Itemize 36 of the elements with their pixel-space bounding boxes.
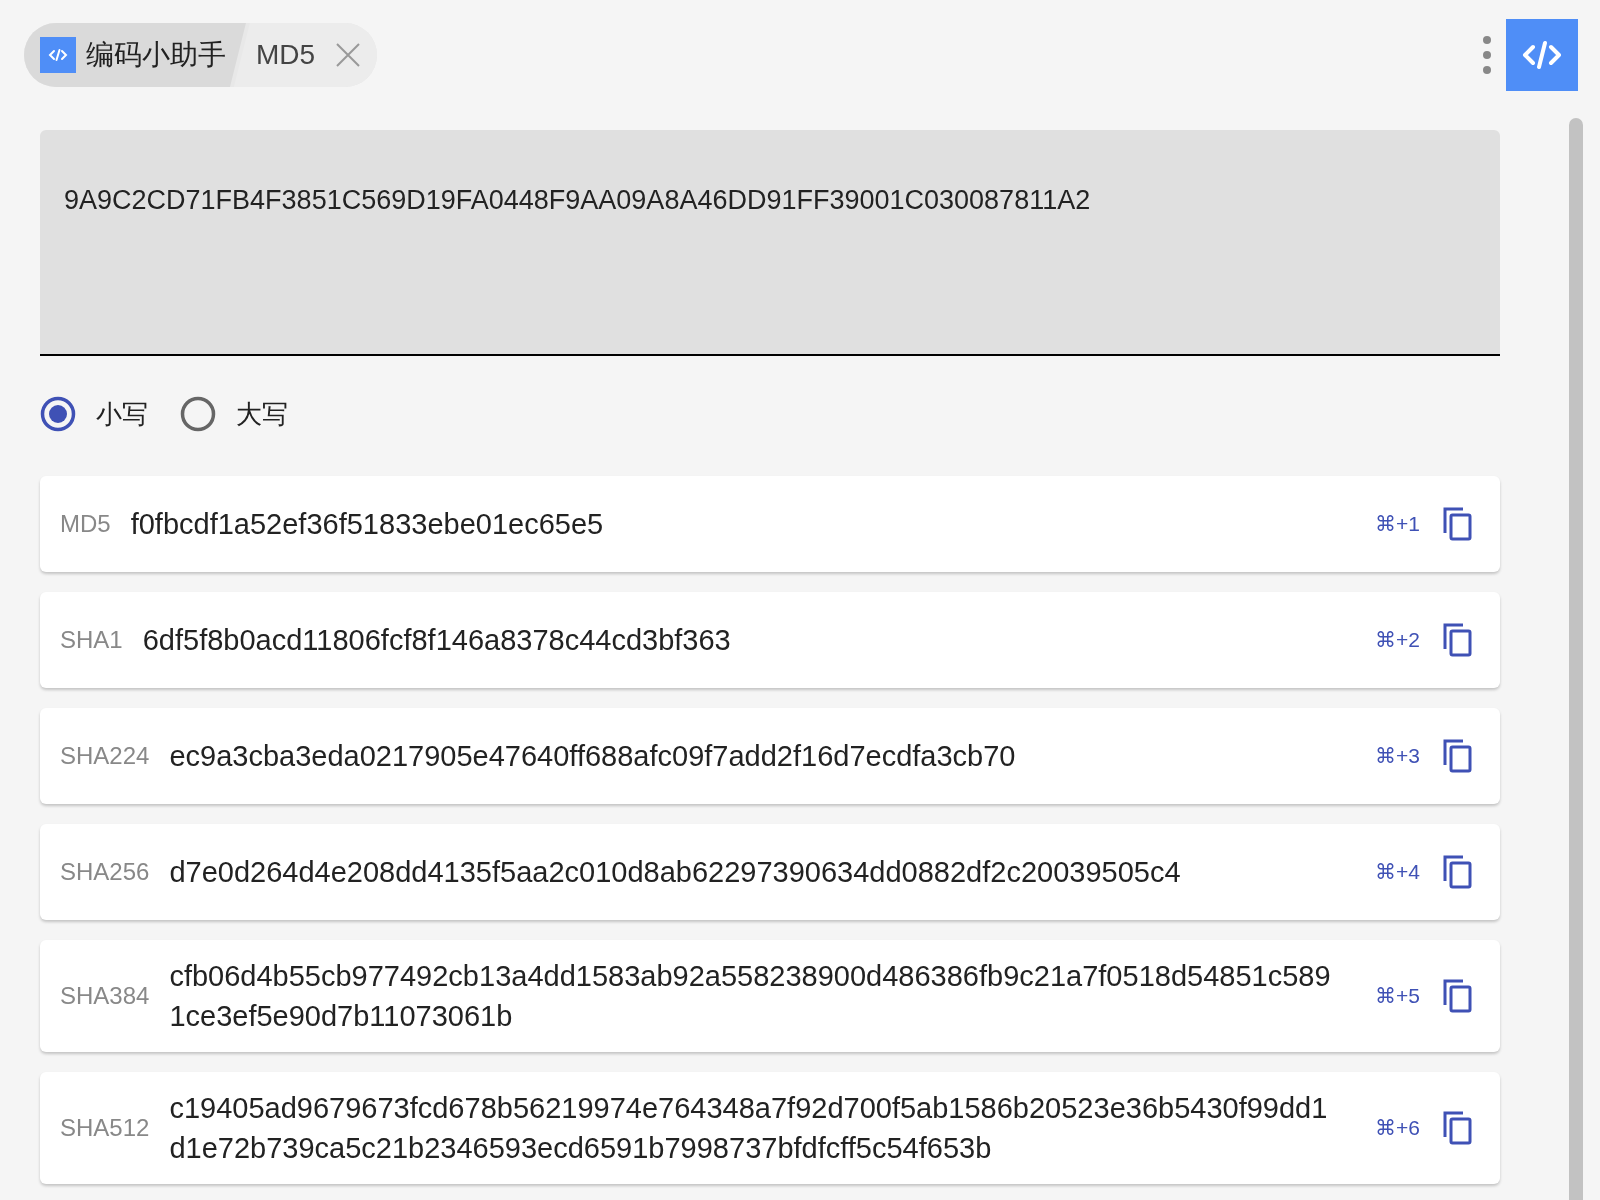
- copy-icon[interactable]: [1442, 623, 1472, 657]
- hash-value: f0fbcdf1a52ef36f51833ebe01ec65e5: [130, 507, 605, 542]
- hash-value: 6df5f8b0acd11806fcf8f146a8378c44cd3bf363: [142, 623, 732, 658]
- copy-icon[interactable]: [1442, 739, 1472, 773]
- shortcut-hint: ⌘+6: [1375, 1115, 1420, 1142]
- copy-icon[interactable]: [1442, 979, 1472, 1013]
- algorithm-label: SHA384: [60, 981, 150, 1011]
- code-button[interactable]: [1506, 19, 1578, 91]
- option-label: 小写: [96, 397, 148, 431]
- scrollbar[interactable]: [1569, 118, 1583, 1200]
- shortcut-hint: ⌘+1: [1375, 511, 1420, 538]
- copy-icon[interactable]: [1442, 507, 1472, 541]
- shortcut-hint: ⌘+5: [1375, 983, 1420, 1010]
- algorithm-label: SHA256: [60, 857, 150, 887]
- shortcut-hint: ⌘+4: [1375, 859, 1420, 886]
- shortcut-hint: ⌘+2: [1375, 627, 1420, 654]
- algorithm-label: SHA1: [60, 625, 123, 655]
- tab[interactable]: 编码小助手: [24, 23, 246, 87]
- radio-button[interactable]: [180, 396, 216, 432]
- hash-value: c19405ad9679673fcd678b56219974e764348a7f92d700f5ab1586b20523e36b5430f99dd1d1e72b739ca5c21b2346593ecd6591b7998737bfdfcff5c54f653b: [169, 1091, 1329, 1166]
- copy-icon[interactable]: [1442, 1111, 1472, 1145]
- input-field[interactable]: 9A9C2CD71FB4F3851C569D19FA0448F9AA09A8A46DD91FF39001C030087811A2: [40, 130, 1500, 356]
- option-label: 大写: [236, 397, 288, 431]
- algorithm-label: SHA224: [60, 741, 150, 771]
- hash-value: d7e0d264d4e208dd4135f5aa2c010d8ab62297390634dd0882df2c20039505c4: [169, 855, 1182, 890]
- algorithm-label: MD5: [60, 509, 111, 539]
- radio-button[interactable]: [40, 396, 76, 432]
- shortcut-hint: ⌘+3: [1375, 743, 1420, 770]
- copy-icon[interactable]: [1442, 855, 1472, 889]
- code-icon: [1522, 40, 1562, 70]
- hash-value: ec9a3cba3eda0217905e47640ff688afc09f7add2f16d7ecdfa3cb70: [169, 739, 1017, 774]
- tab[interactable]: MD5: [234, 23, 378, 87]
- hash-value: cfb06d4b55cb977492cb13a4dd1583ab92a558238900d486386fb9c21a7f0518d54851c5891ce3ef5e90d7b11073061b: [169, 959, 1332, 1034]
- algorithm-label: SHA512: [60, 1113, 150, 1143]
- more-icon[interactable]: [1482, 35, 1492, 75]
- code-icon: [40, 37, 76, 73]
